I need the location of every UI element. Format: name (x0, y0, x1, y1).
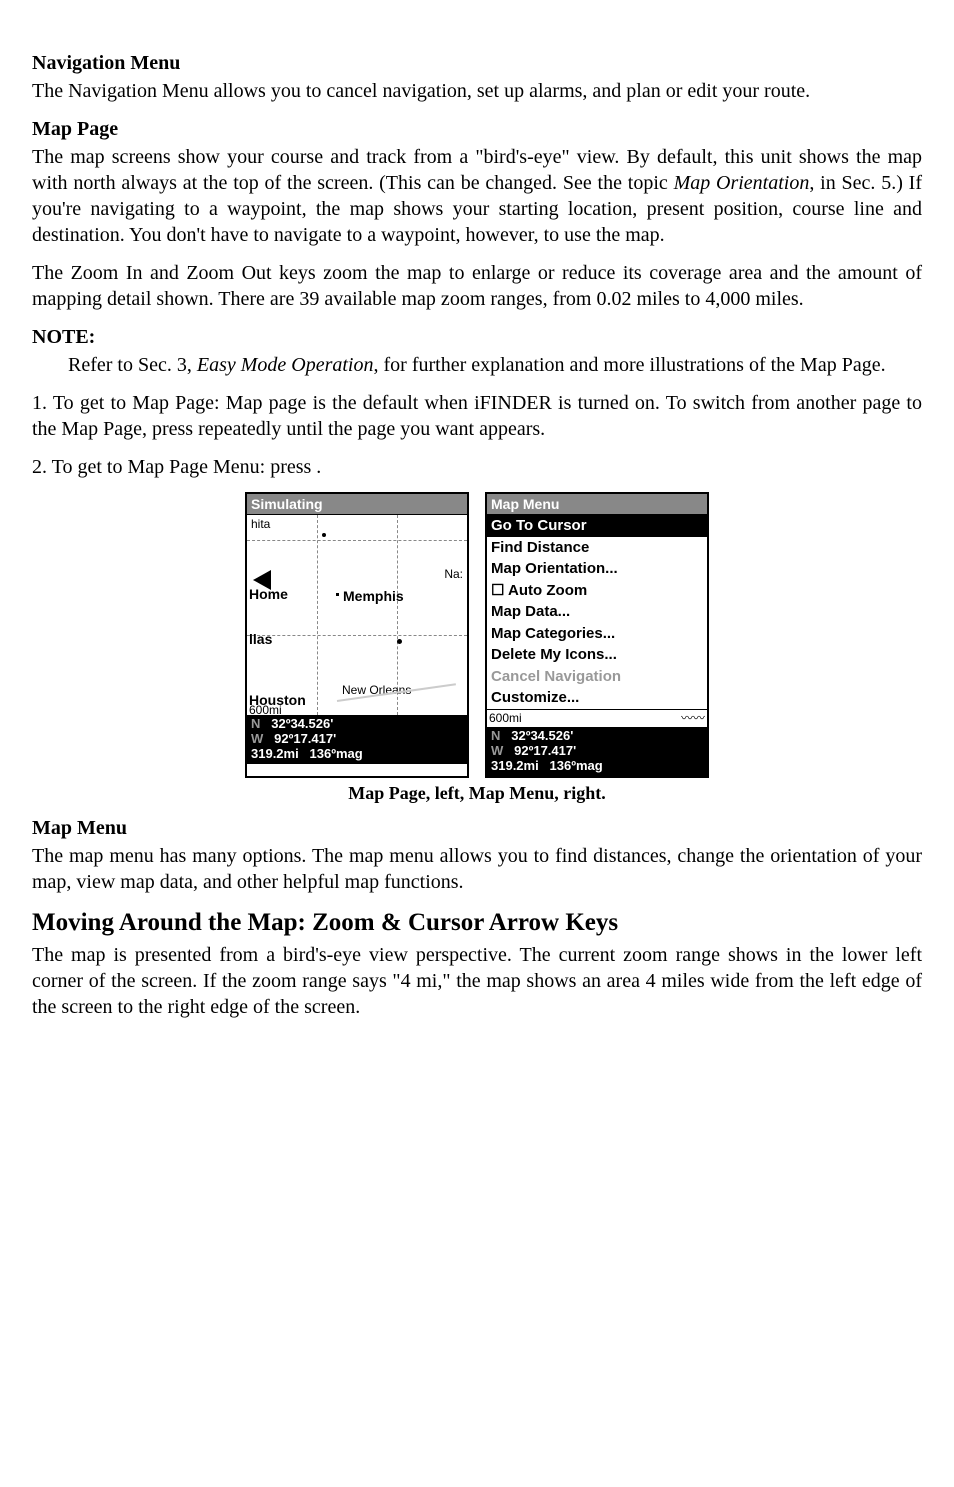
map-area: hita Na: Home Memphis llas New Orleans H… (247, 515, 467, 715)
figure-row: Simulating hita Na: Home Memphis llas Ne… (32, 492, 922, 778)
menu-customize[interactable]: Customize... (487, 687, 707, 709)
nav-menu-heading: Navigation Menu (32, 50, 922, 76)
dist-val-r: 319.2mi (491, 758, 539, 773)
lat-pre-r: N (491, 728, 500, 743)
label-na: Na: (444, 567, 463, 583)
map-menu-heading: Map Menu (32, 815, 922, 841)
moving-body: The map is presented from a bird's-eye v… (32, 942, 922, 1020)
map-page-p2: The Zoom In and Zoom Out keys zoom the m… (32, 260, 922, 312)
lat-val-r: 32º34.526' (511, 728, 573, 743)
label-llas: llas (249, 630, 272, 648)
note-body: Refer to Sec. 3, Easy Mode Operation, fo… (68, 352, 922, 378)
label-memphis: Memphis (343, 587, 404, 605)
map-menu-body: The map menu has many options. The map m… (32, 843, 922, 895)
map-page-titlebar: Simulating (247, 494, 467, 515)
map-point (397, 639, 402, 644)
map-page-p1: The map screens show your course and tra… (32, 144, 922, 248)
brg-val: 136ºmag (310, 746, 363, 761)
menu-map-orientation[interactable]: Map Orientation... (487, 558, 707, 580)
menu-find-distance[interactable]: Find Distance (487, 537, 707, 559)
label-home: Home (249, 585, 288, 603)
map-point (336, 593, 339, 596)
device-map-page: Simulating hita Na: Home Memphis llas Ne… (245, 492, 469, 778)
menu-auto-zoom[interactable]: ☐ Auto Zoom (487, 580, 707, 602)
status-strip: 600mi 〰〰 (487, 709, 707, 728)
map-orientation-term: Map Orientation (674, 172, 810, 194)
coord-block-left: N 32º34.526' W 92º17.417' 319.2mi 136ºma… (247, 715, 467, 764)
lat-pre: N (251, 716, 260, 731)
figure-caption: Map Page, left, Map Menu, right. (32, 782, 922, 805)
note-body-a: Refer to Sec. 3, (68, 354, 197, 376)
menu-go-to-cursor[interactable]: Go To Cursor (487, 515, 707, 537)
map-menu-titlebar: Map Menu (487, 494, 707, 515)
menu-map-categories[interactable]: Map Categories... (487, 623, 707, 645)
easy-mode-term: Easy Mode Operation (197, 354, 374, 376)
label-hita: hita (251, 517, 270, 533)
status-range: 600mi (489, 711, 522, 727)
menu-cancel-navigation: Cancel Navigation (487, 666, 707, 688)
nav-menu-body: The Navigation Menu allows you to cancel… (32, 78, 922, 104)
dist-val: 319.2mi (251, 746, 299, 761)
lon-val-r: 92º17.417' (514, 743, 576, 758)
note-heading: NOTE: (32, 324, 922, 350)
lon-pre: W (251, 731, 263, 746)
step-2: 2. To get to Map Page Menu: press . (32, 454, 922, 480)
status-scribble: 〰〰 (681, 711, 705, 727)
device-map-menu: Map Menu Go To Cursor Find Distance Map … (485, 492, 709, 778)
menu-delete-my-icons[interactable]: Delete My Icons... (487, 644, 707, 666)
moving-heading: Moving Around the Map: Zoom & Cursor Arr… (32, 907, 922, 940)
menu-map-data[interactable]: Map Data... (487, 601, 707, 623)
map-menu-list: Go To Cursor Find Distance Map Orientati… (487, 515, 707, 709)
note-body-b: , for further explanation and more illus… (374, 354, 886, 376)
step-1: 1. To get to Map Page: Map page is the d… (32, 390, 922, 442)
coord-block-right: N 32º34.526' W 92º17.417' 319.2mi 136ºma… (487, 727, 707, 776)
lon-val: 92º17.417' (274, 731, 336, 746)
brg-val-r: 136ºmag (550, 758, 603, 773)
zoom-range: 600mi (249, 703, 282, 715)
lon-pre-r: W (491, 743, 503, 758)
map-page-heading: Map Page (32, 116, 922, 142)
map-point (322, 533, 326, 537)
lat-val: 32º34.526' (271, 716, 333, 731)
